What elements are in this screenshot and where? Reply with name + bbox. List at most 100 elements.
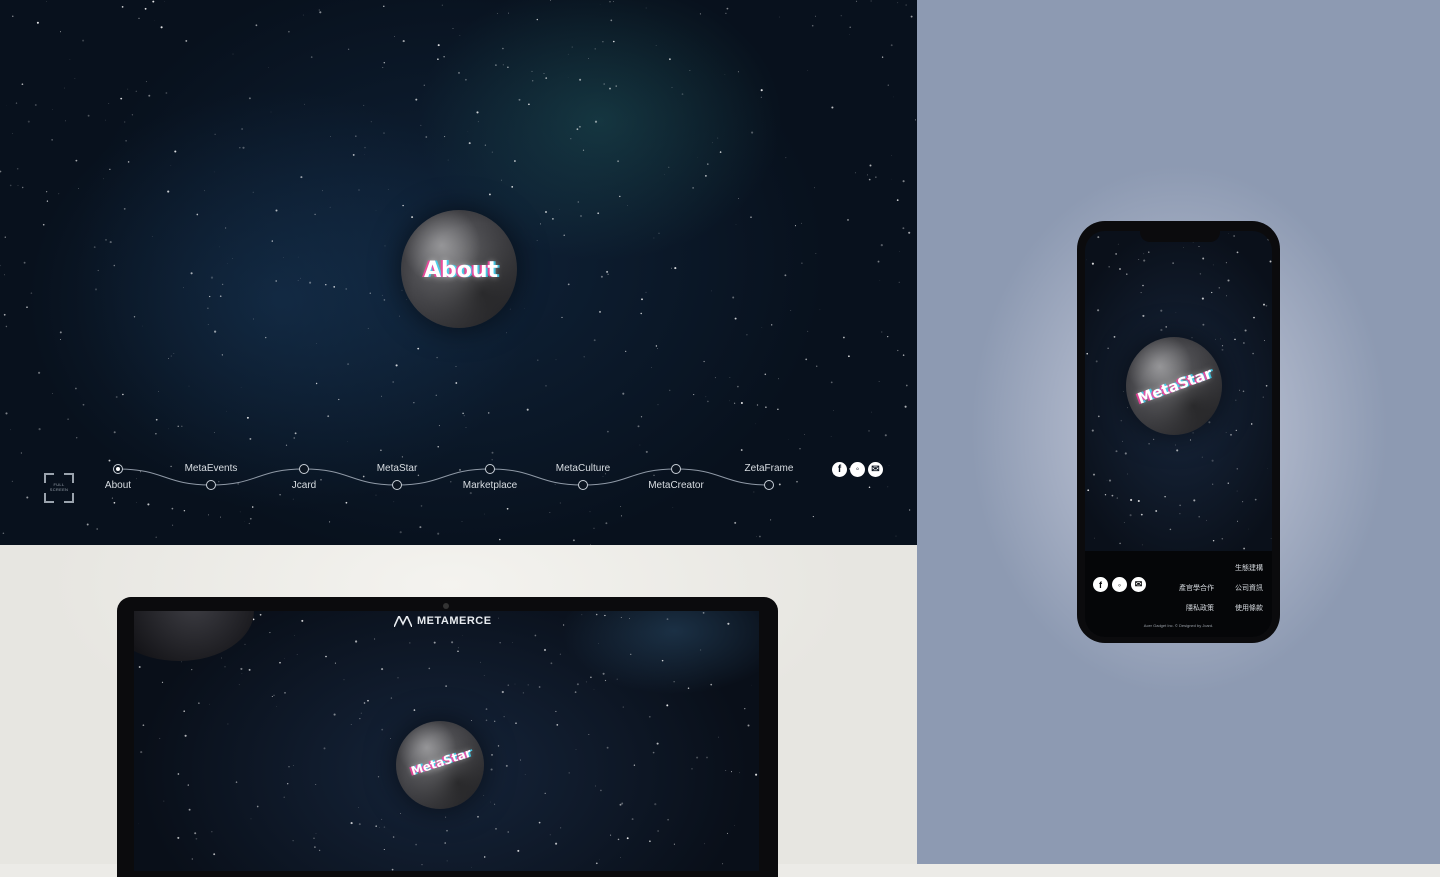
facebook-icon[interactable]: f bbox=[832, 462, 847, 477]
star bbox=[560, 827, 561, 828]
star bbox=[638, 425, 640, 427]
timeline-node[interactable] bbox=[393, 481, 402, 490]
brand-logo[interactable]: METAMERCE bbox=[394, 615, 492, 627]
star bbox=[124, 208, 126, 210]
star bbox=[590, 676, 592, 678]
facebook-icon[interactable]: f bbox=[1093, 577, 1108, 592]
footer-link-ecosystem[interactable]: 生態建構 bbox=[1235, 563, 1263, 573]
footer-link-company-info[interactable]: 公司資訊 bbox=[1235, 583, 1263, 593]
star bbox=[124, 121, 125, 122]
line-icon[interactable]: ◦ bbox=[850, 462, 865, 477]
star bbox=[163, 801, 164, 802]
star bbox=[489, 193, 491, 195]
timeline-node[interactable] bbox=[486, 465, 495, 474]
star bbox=[132, 114, 133, 115]
star bbox=[777, 409, 778, 410]
phone-mockup-panel: MetaStar f ◦ ✉ 生態建構 產官學合作 公司資訊 隱私政策 使用條款… bbox=[917, 0, 1440, 864]
star bbox=[484, 675, 485, 676]
star bbox=[1142, 545, 1143, 546]
star bbox=[507, 508, 509, 510]
star bbox=[294, 437, 295, 438]
timeline-item-metaculture[interactable]: MetaCulture bbox=[556, 463, 610, 474]
star bbox=[741, 449, 743, 451]
star bbox=[325, 656, 327, 658]
star bbox=[897, 350, 898, 351]
star bbox=[178, 773, 180, 775]
star bbox=[384, 299, 386, 301]
timeline-item-metaevents[interactable]: MetaEvents bbox=[185, 463, 238, 474]
timeline-node[interactable] bbox=[300, 465, 309, 474]
star bbox=[1230, 434, 1232, 436]
star bbox=[885, 434, 887, 436]
footer-link-cooperation[interactable]: 產官學合作 bbox=[1179, 583, 1214, 593]
star bbox=[67, 418, 69, 420]
star bbox=[499, 539, 501, 541]
star bbox=[155, 433, 156, 434]
timeline-node[interactable] bbox=[207, 481, 216, 490]
star bbox=[402, 290, 403, 291]
star bbox=[831, 382, 833, 384]
star bbox=[601, 276, 603, 278]
star bbox=[727, 8, 729, 10]
timeline-item-jcard[interactable]: Jcard bbox=[292, 480, 316, 491]
timeline-item-marketplace[interactable]: Marketplace bbox=[463, 480, 517, 491]
mail-icon[interactable]: ✉ bbox=[1131, 577, 1146, 592]
star bbox=[807, 331, 808, 332]
star bbox=[338, 399, 339, 400]
star bbox=[462, 521, 463, 522]
star bbox=[471, 720, 472, 721]
line-icon[interactable]: ◦ bbox=[1112, 577, 1127, 592]
star bbox=[550, 0, 551, 1]
star bbox=[455, 382, 457, 384]
timeline-item-metastar[interactable]: MetaStar bbox=[377, 463, 418, 474]
star bbox=[759, 536, 761, 538]
star bbox=[52, 393, 53, 394]
star bbox=[457, 650, 459, 652]
mail-icon[interactable]: ✉ bbox=[868, 462, 883, 477]
star bbox=[497, 13, 498, 14]
star bbox=[1267, 238, 1269, 240]
star bbox=[604, 615, 605, 616]
star bbox=[616, 85, 617, 86]
star bbox=[376, 210, 377, 211]
star bbox=[484, 856, 485, 857]
star bbox=[422, 864, 423, 865]
timeline-node[interactable] bbox=[672, 465, 681, 474]
star bbox=[568, 54, 569, 55]
star bbox=[1124, 522, 1125, 523]
star bbox=[185, 735, 187, 737]
timeline-node[interactable] bbox=[579, 481, 588, 490]
star bbox=[747, 724, 749, 726]
star bbox=[476, 111, 478, 113]
star bbox=[273, 695, 274, 696]
star bbox=[903, 180, 905, 182]
star bbox=[688, 687, 689, 688]
star bbox=[415, 99, 417, 101]
star bbox=[1266, 385, 1268, 387]
timeline-item-zetaframe[interactable]: ZetaFrame bbox=[745, 463, 794, 474]
star bbox=[10, 185, 12, 187]
star bbox=[172, 525, 173, 526]
star bbox=[613, 41, 615, 43]
star bbox=[491, 754, 493, 756]
star bbox=[734, 403, 735, 404]
star bbox=[746, 334, 747, 335]
star bbox=[370, 293, 371, 294]
star bbox=[196, 838, 198, 840]
star bbox=[1226, 295, 1227, 296]
star bbox=[364, 702, 366, 704]
star bbox=[525, 774, 526, 775]
star bbox=[1193, 242, 1194, 243]
footer-link-terms[interactable]: 使用條款 bbox=[1235, 603, 1263, 613]
star bbox=[804, 434, 805, 435]
timeline-item-about[interactable]: About bbox=[105, 480, 131, 491]
star bbox=[250, 518, 252, 520]
footer-link-privacy[interactable]: 隱私政策 bbox=[1186, 603, 1214, 613]
star bbox=[355, 640, 357, 642]
timeline-node[interactable] bbox=[765, 481, 774, 490]
timeline-item-metacreator[interactable]: MetaCreator bbox=[648, 480, 704, 491]
star bbox=[1130, 499, 1132, 501]
star bbox=[272, 240, 273, 241]
star bbox=[46, 191, 47, 192]
star bbox=[383, 133, 384, 134]
